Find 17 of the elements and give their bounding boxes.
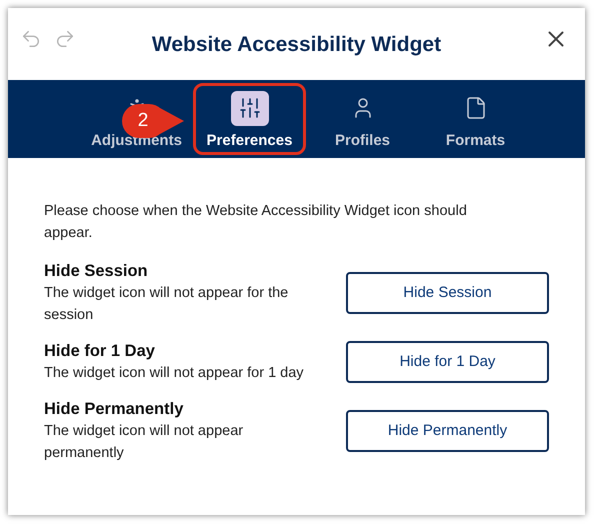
hide-button[interactable]: Hide Permanently bbox=[346, 410, 549, 452]
tab[interactable]: Formats bbox=[419, 83, 532, 155]
undo-icon[interactable] bbox=[20, 28, 42, 50]
intro-text: Please choose when the Website Accessibility Widget icon should appear. bbox=[44, 202, 468, 243]
redo-icon[interactable] bbox=[54, 28, 76, 50]
option-description: The widget icon will not appear permanently bbox=[44, 422, 244, 463]
hide-button[interactable]: Hide Session bbox=[346, 272, 549, 314]
option-title: Hide for 1 Day bbox=[44, 341, 156, 362]
window-title: Website Accessibility Widget bbox=[152, 32, 442, 58]
sliders-icon bbox=[238, 96, 262, 120]
option-title: Hide Session bbox=[44, 261, 149, 282]
option-description: The widget icon will not appear for the session bbox=[44, 284, 290, 325]
option-title: Hide Permanently bbox=[44, 399, 184, 420]
tab[interactable]: Preferences bbox=[193, 83, 306, 155]
hide-button[interactable]: Hide for 1 Day bbox=[346, 341, 549, 383]
tab[interactable]: Profiles bbox=[306, 83, 419, 155]
option-description: The widget icon will not appear for 1 day bbox=[44, 364, 305, 383]
